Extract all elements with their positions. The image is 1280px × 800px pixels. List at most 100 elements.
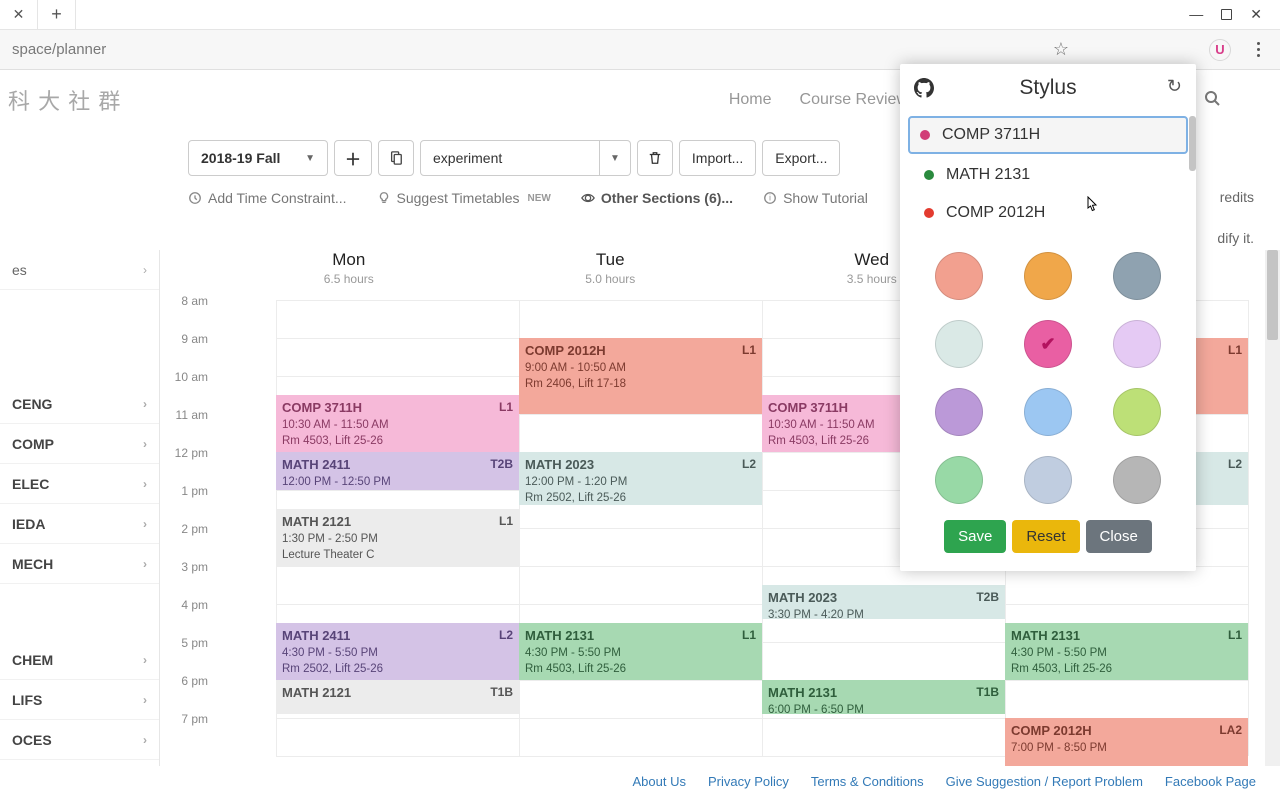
site-title: 科 大 社 群: [8, 84, 121, 116]
timetable-name-dropdown[interactable]: experiment: [420, 140, 600, 176]
color-swatch[interactable]: ✔: [1024, 320, 1072, 368]
calendar-event[interactable]: MATH 2023T2B3:30 PM - 4:20 PM: [762, 585, 1005, 619]
footer-link[interactable]: About Us: [633, 774, 686, 792]
browser-menu-icon[interactable]: [1257, 42, 1260, 57]
sidebar-item-ceng[interactable]: CENG›: [0, 384, 159, 424]
export-button[interactable]: Export...: [762, 140, 840, 176]
timetable-name-label: experiment: [433, 150, 502, 166]
hour-label: 11 am: [160, 408, 208, 422]
cursor-icon: [1084, 196, 1100, 219]
footer-link[interactable]: Terms & Conditions: [811, 774, 924, 792]
hour-label: 9 am: [160, 332, 208, 346]
hour-label: 10 am: [160, 370, 208, 384]
suggest-label: Suggest Timetables: [397, 190, 520, 206]
reset-button[interactable]: Reset: [1012, 520, 1079, 553]
calendar-event[interactable]: MATH 2411T2B12:00 PM - 12:50 PM: [276, 452, 519, 490]
color-swatch[interactable]: [935, 456, 983, 504]
footer-link[interactable]: Privacy Policy: [708, 774, 789, 792]
nav-course-review[interactable]: Course Review: [800, 91, 908, 109]
sidebar-item-mech[interactable]: MECH›: [0, 544, 159, 584]
extension-avatar[interactable]: U: [1209, 39, 1231, 61]
browser-tab-strip: ✕ + — ✕: [0, 0, 1280, 30]
close-button[interactable]: Close: [1086, 520, 1152, 553]
stylus-list-scrollbar[interactable]: [1188, 116, 1196, 238]
calendar-event[interactable]: COMP 2012HL19:00 AM - 10:50 AMRm 2406, L…: [519, 338, 762, 414]
github-icon[interactable]: [914, 78, 934, 103]
sidebar-item-top[interactable]: es›: [0, 250, 159, 290]
tab-close-button[interactable]: ✕: [0, 0, 38, 30]
window-close-button[interactable]: ✕: [1250, 6, 1262, 23]
search-icon[interactable]: [1204, 90, 1220, 111]
color-swatch[interactable]: [935, 252, 983, 300]
stylus-course-item[interactable]: MATH 2131: [908, 156, 1188, 194]
hour-label: 3 pm: [160, 560, 208, 574]
calendar-event[interactable]: MATH 2023L212:00 PM - 1:20 PMRm 2502, Li…: [519, 452, 762, 505]
hour-label: 6 pm: [160, 674, 208, 688]
add-timetable-button[interactable]: ＋: [334, 140, 372, 176]
calendar-event[interactable]: MATH 2121T1B: [276, 680, 519, 714]
calendar-event[interactable]: COMP 3711HL110:30 AM - 11:50 AMRm 4503, …: [276, 395, 519, 452]
copy-timetable-button[interactable]: [378, 140, 414, 176]
calendar-event[interactable]: MATH 2131L14:30 PM - 5:50 PMRm 4503, Lif…: [1005, 623, 1248, 680]
import-button[interactable]: Import...: [679, 140, 756, 176]
sidebar-item-oces[interactable]: OCES›: [0, 720, 159, 760]
nav-home[interactable]: Home: [729, 91, 772, 109]
hour-label: 1 pm: [160, 484, 208, 498]
calendar-event[interactable]: MATH 2121L11:30 PM - 2:50 PMLecture Thea…: [276, 509, 519, 566]
sidebar-item-chem[interactable]: CHEM›: [0, 640, 159, 680]
add-time-constraint-button[interactable]: Add Time Constraint...: [188, 190, 347, 206]
show-tutorial-button[interactable]: i Show Tutorial: [763, 190, 868, 206]
calendar-event[interactable]: MATH 2411L24:30 PM - 5:50 PMRm 2502, Lif…: [276, 623, 519, 680]
hour-label: 5 pm: [160, 636, 208, 650]
footer-link[interactable]: Give Suggestion / Report Problem: [946, 774, 1143, 792]
credits-text-fragment: redits: [1220, 189, 1254, 205]
hour-label: 12 pm: [160, 446, 208, 460]
url-text: space/planner: [12, 41, 106, 58]
stylus-course-item[interactable]: COMP 2012H: [908, 194, 1188, 232]
new-tab-button[interactable]: +: [38, 0, 76, 30]
show-tutorial-label: Show Tutorial: [783, 190, 868, 206]
sidebar-item-comp[interactable]: COMP›: [0, 424, 159, 464]
color-swatch[interactable]: [1024, 252, 1072, 300]
hour-label: 8 am: [160, 294, 208, 308]
svg-text:i: i: [769, 194, 771, 203]
calendar-event[interactable]: COMP 2012HLA27:00 PM - 8:50 PM: [1005, 718, 1248, 766]
color-swatch[interactable]: [935, 320, 983, 368]
semester-label: 2018-19 Fall: [201, 150, 280, 166]
new-badge: NEW: [527, 193, 550, 204]
page-scrollbar[interactable]: [1265, 250, 1280, 766]
sidebar-item-lifs[interactable]: LIFS›: [0, 680, 159, 720]
sidebar-item-ieda[interactable]: IEDA›: [0, 504, 159, 544]
other-sections-button[interactable]: Other Sections (6)...: [581, 190, 733, 206]
color-swatch[interactable]: [935, 388, 983, 436]
hour-label: 2 pm: [160, 522, 208, 536]
save-button[interactable]: Save: [944, 520, 1006, 553]
footer: About Us Privacy Policy Terms & Conditions…: [0, 766, 1280, 800]
other-sections-label: Other Sections (6)...: [601, 190, 733, 206]
stylus-title: Stylus: [1019, 76, 1076, 100]
bookmark-star-icon[interactable]: ☆: [1053, 39, 1069, 60]
window-maximize-button[interactable]: [1221, 6, 1232, 23]
timetable-name-chevron[interactable]: ▼: [600, 140, 631, 176]
color-swatch[interactable]: [1113, 456, 1161, 504]
hour-label: 7 pm: [160, 712, 208, 726]
department-sidebar: es› CENG›COMP›ELEC›IEDA›MECH› CHEM›LIFS›…: [0, 250, 160, 766]
stylus-course-item[interactable]: COMP 3711H: [908, 116, 1188, 154]
color-swatch[interactable]: [1113, 388, 1161, 436]
stylus-popup: Stylus ↻ COMP 3711HMATH 2131COMP 2012H ✔…: [900, 64, 1196, 571]
calendar-event[interactable]: MATH 2131L14:30 PM - 5:50 PMRm 4503, Lif…: [519, 623, 762, 680]
suggest-timetables-button[interactable]: Suggest Timetables NEW: [377, 190, 551, 206]
color-swatch[interactable]: [1024, 456, 1072, 504]
footer-link[interactable]: Facebook Page: [1165, 774, 1256, 792]
add-time-label: Add Time Constraint...: [208, 190, 347, 206]
color-swatch[interactable]: [1113, 320, 1161, 368]
calendar-event[interactable]: MATH 2131T1B6:00 PM - 6:50 PM: [762, 680, 1005, 714]
day-header: Tue5.0 hours: [480, 250, 742, 292]
window-minimize-button[interactable]: —: [1189, 6, 1203, 23]
delete-timetable-button[interactable]: [637, 140, 673, 176]
reload-icon[interactable]: ↻: [1167, 76, 1182, 97]
color-swatch[interactable]: [1113, 252, 1161, 300]
color-swatch[interactable]: [1024, 388, 1072, 436]
sidebar-item-elec[interactable]: ELEC›: [0, 464, 159, 504]
semester-dropdown[interactable]: 2018-19 Fall ▼: [188, 140, 328, 176]
